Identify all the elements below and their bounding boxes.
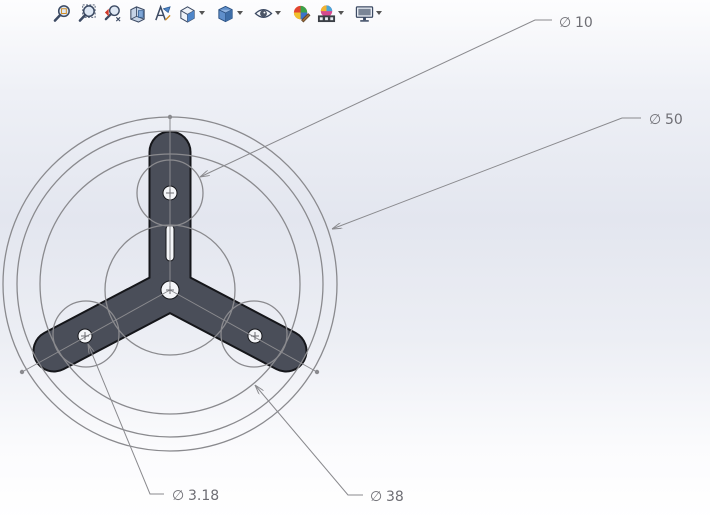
leader-line (255, 385, 363, 496)
leader-line (200, 19, 552, 177)
leader-line (88, 344, 164, 495)
sketch-point[interactable] (314, 369, 320, 375)
dimension-value-3-18: 3.18 (188, 488, 219, 504)
leader-line (332, 117, 641, 229)
dimension-diameter-10[interactable]: ∅ 10 (200, 15, 593, 177)
sketch-point[interactable] (167, 114, 173, 120)
graphics-area[interactable]: ∅ 10 ∅ 50 ∅ 3.18 ∅ 38 (0, 0, 710, 521)
dimension-value-38: 38 (386, 489, 404, 505)
diameter-symbol: ∅ (559, 15, 571, 31)
dimension-value-10: 10 (575, 15, 593, 31)
dimension-value-50: 50 (665, 112, 683, 128)
dimension-diameter-38[interactable]: ∅ 38 (255, 385, 404, 505)
diameter-symbol: ∅ (649, 112, 661, 128)
dimension-diameter-50[interactable]: ∅ 50 (332, 112, 683, 229)
sketch-canvas[interactable]: ∅ 10 ∅ 50 ∅ 3.18 ∅ 38 (0, 0, 710, 521)
diameter-symbol: ∅ (370, 489, 382, 505)
sketch-point[interactable] (19, 369, 25, 375)
diameter-symbol: ∅ (172, 488, 184, 504)
